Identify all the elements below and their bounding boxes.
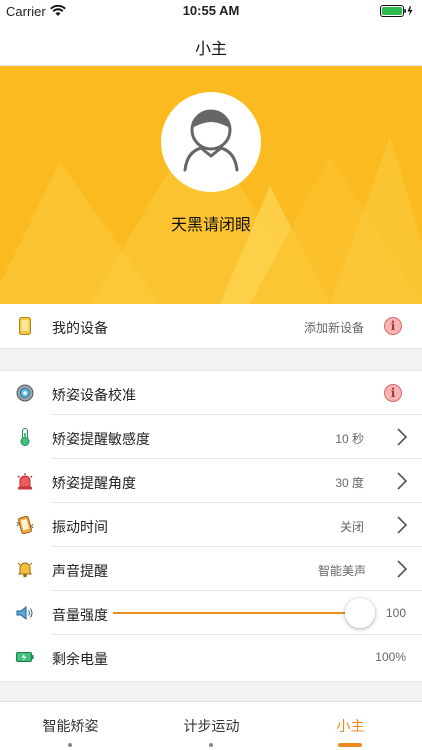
volume-row: 音量强度 100	[0, 591, 422, 635]
tab-indicator-dot	[68, 743, 72, 747]
calibrate-label: 矫姿设备校准	[52, 387, 136, 403]
siren-icon	[16, 472, 34, 490]
thermometer-icon	[16, 428, 34, 446]
chevron-right-icon	[396, 516, 408, 539]
volume-slider-thumb[interactable]	[345, 598, 375, 628]
info-icon[interactable]: i	[384, 317, 402, 335]
battery-label: 剩余电量	[52, 651, 108, 667]
sensitivity-label: 矫姿提醒敏感度	[52, 431, 150, 447]
sound-value: 智能美声	[317, 564, 366, 578]
tab-profile-label: 小主	[336, 718, 365, 734]
sound-row[interactable]: 声音提醒 智能美声	[0, 547, 422, 591]
clock: 10:55 AM	[182, 3, 240, 18]
status-bar: Carrier 10:55 AM	[0, 0, 422, 22]
chevron-right-icon	[396, 560, 408, 583]
settings-group: 矫姿设备校准 i 矫姿提醒敏感度 10 秒 矫姿提醒角度 30 度 振动时间 关…	[0, 370, 422, 682]
tab-profile[interactable]: 小主	[280, 702, 421, 750]
vibration-label: 振动时间	[52, 519, 108, 535]
angle-value: 30 度	[335, 476, 364, 490]
phone-icon	[16, 317, 34, 335]
battery-row: 剩余电量 100%	[0, 635, 422, 679]
angle-label: 矫姿提醒角度	[52, 475, 136, 491]
vibration-value: 关闭	[339, 520, 364, 534]
vibrate-icon	[16, 515, 34, 535]
my-device-label: 我的设备	[52, 320, 108, 336]
tab-steps[interactable]: 计步运动	[141, 702, 282, 750]
chevron-right-icon	[396, 472, 408, 495]
username: 天黑请闭眼	[170, 217, 251, 234]
sound-label: 声音提醒	[52, 563, 108, 579]
add-device-value: 添加新设备	[303, 321, 364, 335]
angle-row[interactable]: 矫姿提醒角度 30 度	[0, 459, 422, 503]
volume-value: 100	[385, 606, 406, 620]
tab-active-indicator	[338, 743, 362, 747]
device-group: 我的设备 添加新设备 i	[0, 304, 422, 349]
avatar[interactable]	[161, 92, 261, 192]
volume-label: 音量强度	[52, 607, 108, 623]
tab-bar: 智能矫姿 计步运动 小主	[0, 701, 422, 750]
tab-steps-label: 计步运动	[183, 718, 240, 734]
status-battery-icon	[380, 5, 414, 20]
calibrate-row[interactable]: 矫姿设备校准 i	[0, 371, 422, 415]
tab-indicator-dot	[209, 743, 213, 747]
vibration-row[interactable]: 振动时间 关闭	[0, 503, 422, 547]
speaker-icon	[16, 604, 34, 622]
nav-bar: 小主	[0, 22, 422, 66]
tab-posture[interactable]: 智能矫姿	[0, 702, 141, 750]
page-title: 小主	[194, 41, 227, 58]
profile-header: 天黑请闭眼	[0, 66, 422, 304]
calibrate-info-icon[interactable]: i	[384, 384, 402, 402]
sensitivity-row[interactable]: 矫姿提醒敏感度 10 秒	[0, 415, 422, 459]
user-avatar-icon	[183, 109, 239, 172]
tab-posture-label: 智能矫姿	[42, 718, 99, 734]
sensitivity-value: 10 秒	[335, 432, 364, 446]
chevron-right-icon	[396, 428, 408, 451]
my-device-row[interactable]: 我的设备 添加新设备 i	[0, 304, 422, 348]
battery-value: 100%	[375, 650, 406, 664]
volume-slider-track[interactable]	[113, 612, 360, 614]
bell-icon	[16, 560, 34, 578]
target-icon	[16, 384, 34, 402]
battery-icon	[16, 648, 34, 666]
